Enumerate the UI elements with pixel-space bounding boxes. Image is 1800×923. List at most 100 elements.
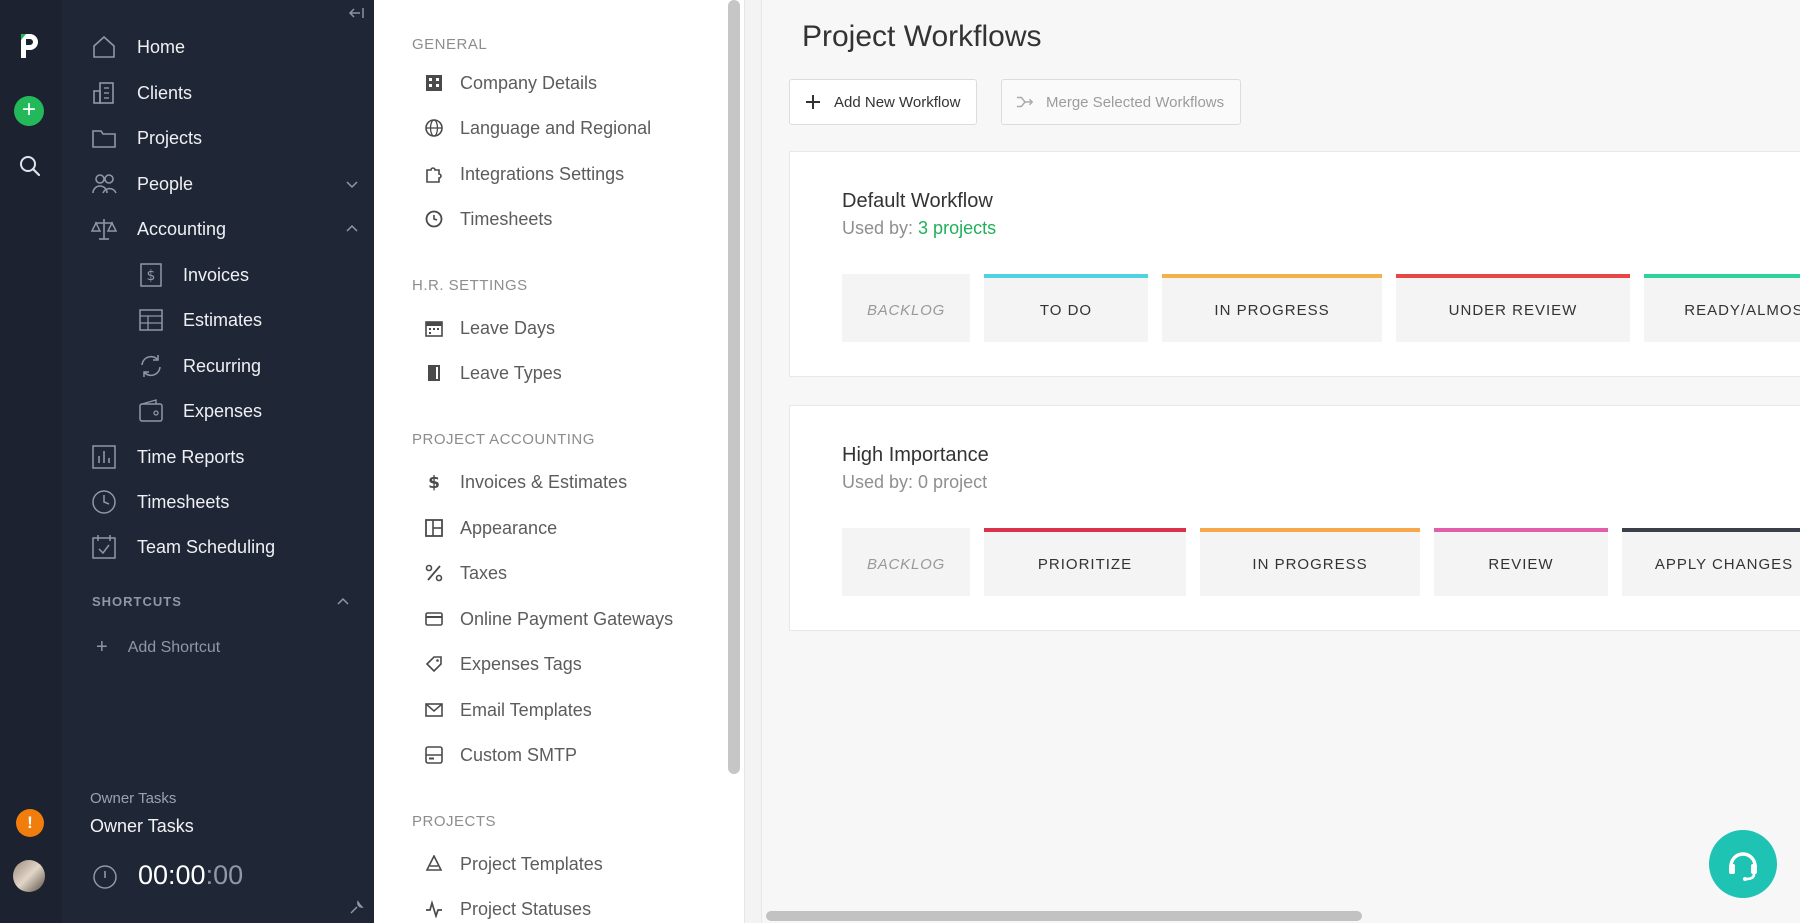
settings-item-appearance[interactable]: Appearance	[424, 513, 557, 543]
workflows-main: Project Workflows Add New Workflow Merge…	[762, 0, 1800, 923]
add-workflow-button[interactable]: Add New Workflow	[789, 79, 978, 125]
nav-item-projects[interactable]: Projects	[90, 118, 360, 158]
settings-item-custom-smtp[interactable]: Custom SMTP	[424, 740, 577, 770]
svg-text:$: $	[428, 473, 440, 491]
settings-label: Timesheets	[460, 208, 553, 229]
settings-label: Online Payment Gateways	[460, 608, 674, 629]
settings-item-project-templates[interactable]: Project Templates	[424, 849, 603, 879]
help-chat-button[interactable]	[1709, 830, 1777, 898]
nav-label: Projects	[137, 127, 203, 148]
wallet-icon	[137, 397, 165, 425]
merge-workflows-label: Merge Selected Workflows	[1046, 93, 1225, 111]
settings-item-expenses-tags[interactable]: Expenses Tags	[424, 649, 582, 679]
tag-icon	[424, 654, 444, 674]
nav-label: People	[137, 173, 194, 194]
server-icon	[424, 745, 444, 765]
workflow-used-by: Used by: 0 project	[842, 472, 987, 493]
nav-item-home[interactable]: Home	[90, 27, 360, 67]
settings-label: Leave Types	[460, 362, 562, 383]
workflow-used-by: Used by: 3 projects	[842, 218, 996, 239]
chevron-up-icon[interactable]	[335, 594, 351, 610]
wrench-icon[interactable]	[348, 900, 364, 916]
nav-subitem-invoices[interactable]: $ Invoices	[137, 255, 357, 295]
nav-label: Timesheets	[137, 491, 230, 512]
home-icon	[90, 33, 118, 61]
clock-icon	[424, 209, 444, 229]
settings-scrollbar[interactable]	[728, 0, 740, 774]
search-icon[interactable]	[16, 152, 44, 180]
add-workflow-label: Add New Workflow	[834, 93, 961, 111]
template-icon	[424, 854, 444, 874]
building-grid-icon	[424, 73, 444, 93]
collapse-sidebar-icon[interactable]	[348, 6, 366, 22]
settings-item-timesheets[interactable]: Timesheets	[424, 204, 552, 234]
timer-icon[interactable]	[92, 864, 118, 890]
nav-label: Clients	[137, 82, 193, 103]
workflow-stage[interactable]: UNDER REVIEW	[1396, 274, 1630, 342]
nav-label: Team Scheduling	[137, 536, 276, 557]
nav-item-timesheets[interactable]: Timesheets	[90, 482, 360, 522]
used-by-prefix: Used by:	[842, 472, 919, 492]
nav-label: Estimates	[183, 309, 263, 330]
layout-icon	[424, 518, 444, 538]
puzzle-icon	[424, 164, 444, 184]
settings-label: Taxes	[460, 562, 508, 583]
workflow-stage[interactable]: IN PROGRESS	[1200, 528, 1420, 596]
add-shortcut-button[interactable]: + Add Shortcut	[96, 636, 220, 659]
workflow-card-high-importance[interactable]: High Importance Used by: 0 project BACKL…	[789, 405, 1800, 631]
settings-item-leave-types[interactable]: Leave Types	[424, 358, 562, 388]
nav-label: Home	[137, 36, 186, 57]
settings-item-invoices-estimates[interactable]: $ Invoices & Estimates	[424, 467, 627, 497]
chevron-down-icon[interactable]	[344, 176, 360, 192]
workflow-stage[interactable]: PRIORITIZE	[984, 528, 1186, 596]
credit-card-icon	[424, 609, 444, 629]
timer-display: 00:00:00	[138, 860, 243, 891]
nav-item-accounting[interactable]: Accounting	[90, 209, 360, 249]
activity-icon	[424, 899, 444, 919]
nav-item-clients[interactable]: Clients	[90, 73, 360, 113]
alert-icon[interactable]: !	[16, 809, 44, 837]
people-icon	[90, 170, 118, 198]
nav-item-time-reports[interactable]: Time Reports	[90, 437, 360, 477]
nav-subitem-recurring[interactable]: Recurring	[137, 346, 357, 386]
section-heading-projects: PROJECTS	[412, 813, 497, 830]
shortcuts-heading: SHORTCUTS	[92, 594, 182, 609]
quick-add-button[interactable]: +	[14, 96, 44, 126]
workflow-stage[interactable]: BACKLOG	[842, 274, 970, 342]
dollar-icon: $	[424, 472, 444, 492]
settings-item-payment-gateways[interactable]: Online Payment Gateways	[424, 604, 673, 634]
settings-item-leave-days[interactable]: Leave Days	[424, 313, 555, 343]
door-icon	[424, 363, 444, 383]
timer-main: 00:00	[138, 860, 206, 890]
workflow-stage[interactable]: TO DO	[984, 274, 1148, 342]
horizontal-scrollbar[interactable]	[766, 911, 1362, 921]
workflow-stage[interactable]: BACKLOG	[842, 528, 970, 596]
settings-item-project-statuses[interactable]: Project Statuses	[424, 894, 591, 923]
settings-item-integrations[interactable]: Integrations Settings	[424, 159, 624, 189]
nav-subitem-estimates[interactable]: Estimates	[137, 300, 357, 340]
nav-subitem-expenses[interactable]: Expenses	[137, 391, 357, 431]
owner-tasks-title[interactable]: Owner Tasks	[90, 816, 194, 837]
clock-icon	[90, 488, 118, 516]
workflow-stage[interactable]: IN PROGRESS	[1162, 274, 1382, 342]
workflow-stage[interactable]: READY/ALMOST	[1644, 274, 1800, 342]
app-logo-icon[interactable]	[14, 30, 44, 62]
percent-icon	[424, 563, 444, 583]
nav-item-team-scheduling[interactable]: Team Scheduling	[90, 527, 360, 567]
chevron-up-icon[interactable]	[344, 221, 360, 237]
nav-label: Invoices	[183, 264, 250, 285]
avatar[interactable]	[13, 860, 45, 892]
settings-item-email-templates[interactable]: Email Templates	[424, 695, 592, 725]
settings-item-company-details[interactable]: Company Details	[424, 68, 597, 98]
workflow-stage[interactable]: REVIEW	[1434, 528, 1608, 596]
main-nav: Home Clients Projects People Accounting …	[62, 0, 374, 923]
settings-label: Expenses Tags	[460, 653, 582, 674]
settings-item-taxes[interactable]: Taxes	[424, 558, 507, 588]
used-by-projects-link[interactable]: 3 projects	[918, 218, 996, 238]
workflow-card-default[interactable]: Default Workflow Used by: 3 projects BAC…	[789, 151, 1800, 377]
workflow-stage[interactable]: APPLY CHANGES	[1622, 528, 1800, 596]
settings-item-language-regional[interactable]: Language and Regional	[424, 113, 651, 143]
merge-workflows-button[interactable]: Merge Selected Workflows	[1001, 79, 1242, 125]
settings-label: Invoices & Estimates	[460, 471, 628, 492]
nav-item-people[interactable]: People	[90, 164, 360, 204]
